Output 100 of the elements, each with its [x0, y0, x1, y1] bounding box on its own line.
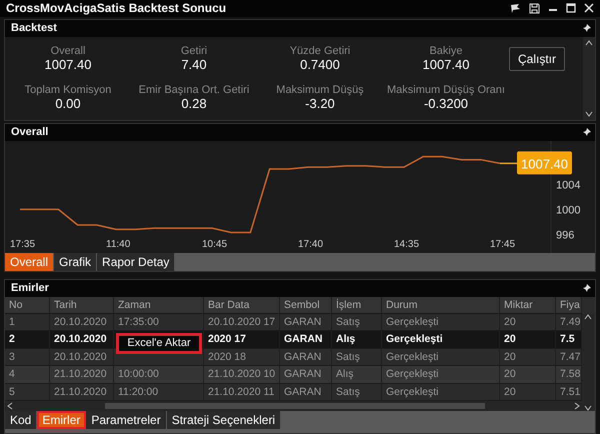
table-cell: Gerçekleşti	[386, 368, 439, 380]
table-cell: GARAN	[284, 386, 322, 398]
tab[interactable]: Kod	[5, 411, 38, 429]
stat-label: Bakiye	[429, 45, 462, 58]
x-tick-label: 14:35	[394, 238, 420, 250]
run-button[interactable]: Çalıştır	[508, 46, 565, 70]
table-cell: 20.10.2020 17	[208, 316, 276, 328]
table-cell: 11:20:00	[118, 386, 158, 398]
stat-label: Overall	[50, 45, 86, 58]
table-cell: 7.51	[560, 386, 580, 398]
tab[interactable]: Emirler	[37, 411, 86, 429]
table-cell: Gerçekleşti	[386, 350, 439, 362]
stat-value: 1007.40	[422, 57, 470, 72]
column-header[interactable]: Zaman	[114, 296, 204, 312]
table-cell: Satış	[336, 350, 360, 362]
table-cell: 20	[504, 350, 516, 362]
table-cell: 20.10.2020	[54, 316, 107, 328]
table-row[interactable]: 4 21.10.2020 10:00:00 21.10.2020 10 GARAN Alış Gerçekleşti 20 7.58	[5, 366, 582, 384]
x-tick-label: 17:40	[298, 238, 324, 250]
table-cell: 7.58	[560, 368, 580, 380]
table-cell: 20.10.2020	[54, 350, 107, 362]
stat-label: Getiri	[180, 45, 208, 58]
column-header[interactable]: Bar Data	[204, 296, 280, 312]
table-cell: 20	[504, 368, 516, 380]
table-cell: 20.10.2020	[54, 333, 107, 345]
tab[interactable]: Overall	[5, 252, 54, 270]
table-cell: 21.10.2020	[54, 386, 107, 398]
scroll-up-icon[interactable]	[584, 314, 592, 320]
stat-value: 0.00	[55, 96, 81, 111]
y-tick-label: 1000	[556, 204, 580, 216]
panel-title: Emirler	[11, 282, 49, 294]
close-icon[interactable]	[584, 3, 594, 14]
y-tick-label: 996	[556, 228, 574, 241]
x-tick-label: 17:45	[490, 238, 516, 250]
table-cell: Alış	[336, 368, 354, 380]
stat-label: Yüzde Getiri	[290, 45, 350, 58]
scroll-up-icon[interactable]	[585, 40, 593, 46]
table-cell: 20	[504, 386, 516, 398]
window-title: CrossMovAcigaSatis Backtest Sonucu	[6, 1, 228, 16]
tab[interactable]: Strateji Seçenekleri	[166, 411, 282, 429]
table-cell: 4	[9, 368, 15, 380]
save-icon[interactable]	[529, 2, 540, 14]
x-tick-label: 11:40	[106, 238, 130, 250]
table-cell: Gerçekleşti	[386, 316, 439, 328]
column-header[interactable]: Sembol	[280, 296, 332, 312]
column-header[interactable]: İşlem	[332, 296, 382, 312]
pin-icon[interactable]	[582, 127, 592, 137]
y-tick-label: 1004	[556, 179, 580, 192]
stat-value: 1007.40	[44, 57, 92, 72]
maximize-icon[interactable]	[566, 3, 576, 14]
tab[interactable]: Parametreler	[86, 411, 167, 429]
column-header[interactable]: No	[5, 296, 50, 312]
table-cell: 2020 18	[208, 350, 246, 362]
scroll-left-icon[interactable]	[7, 402, 13, 410]
pin-icon[interactable]	[582, 283, 592, 293]
stat-label: Toplam Komisyon	[24, 84, 112, 96]
table-cell: GARAN	[284, 316, 322, 328]
table-cell: 20	[504, 333, 516, 345]
column-header[interactable]: Fiya	[556, 296, 582, 312]
column-header[interactable]: Miktar	[500, 296, 556, 312]
stat-value: -0.3200	[424, 96, 468, 111]
table-cell: 7.49	[560, 316, 580, 328]
table-cell: Satış	[336, 316, 360, 328]
table-cell: 21.10.2020	[54, 368, 107, 380]
scrollbar-thumb[interactable]	[104, 403, 484, 409]
table-cell: 17:35:00	[118, 316, 159, 328]
value-leader-line	[500, 162, 517, 164]
flag-icon[interactable]	[510, 2, 521, 14]
panel-title: Backtest	[11, 22, 57, 34]
scroll-right-icon[interactable]	[574, 402, 580, 410]
stat-label: Maksimum Düşüş	[276, 84, 364, 96]
stat-value: 0.28	[181, 96, 207, 111]
pin-icon[interactable]	[582, 23, 592, 33]
tab[interactable]: Grafik	[54, 252, 98, 270]
table-cell: 21.10.2020 10	[208, 368, 276, 380]
table-cell: Alış	[336, 333, 356, 345]
tab[interactable]: Rapor Detay	[97, 252, 176, 270]
table-cell: 5	[9, 386, 15, 398]
table-cell: Gerçekleşti	[386, 386, 439, 398]
table-cell: 7.5	[560, 333, 575, 345]
table-cell: 21.10.2020 11	[208, 386, 274, 398]
panel-title: Overall	[11, 126, 48, 138]
x-tick-label: 17:35	[10, 238, 36, 250]
value-label: 1007.40	[517, 150, 572, 174]
table-cell: GARAN	[284, 333, 322, 345]
context-menu-item[interactable]: Excel'e Aktar	[116, 332, 202, 354]
table-cell: 2020 17	[208, 333, 246, 345]
table-cell: 3	[9, 350, 15, 362]
scroll-down-icon[interactable]	[585, 110, 593, 116]
column-header[interactable]: Tarih	[50, 296, 114, 312]
stat-label: Emir Başına Ort. Getiri	[138, 84, 250, 96]
stat-value: 7.40	[181, 57, 207, 72]
table-cell: Gerçekleşti	[386, 333, 443, 345]
table-cell: 2	[9, 333, 15, 345]
x-tick-label: 10:45	[202, 238, 228, 250]
scroll-down-icon[interactable]	[584, 405, 592, 411]
table-cell: 20	[504, 316, 516, 328]
table-cell: 10:00:00	[118, 368, 159, 380]
stat-label: Maksimum Düşüş Oranı	[386, 84, 505, 96]
column-header[interactable]: Durum	[382, 296, 500, 312]
